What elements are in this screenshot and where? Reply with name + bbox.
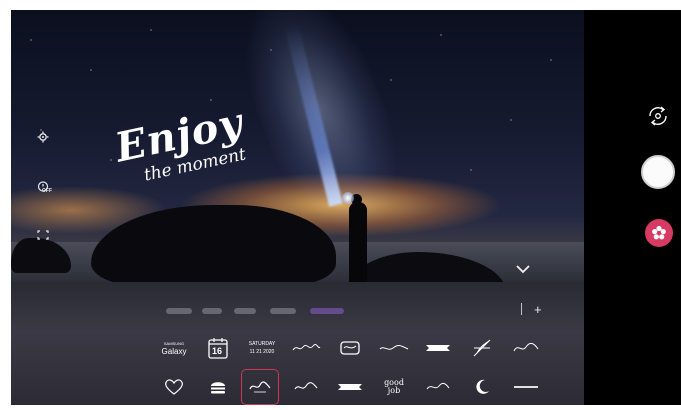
script-sticker-icon[interactable]	[506, 333, 546, 363]
aspect-ratio-icon[interactable]	[36, 230, 50, 242]
script-sticker-icon[interactable]	[418, 372, 458, 402]
timer-off-label: OFF	[42, 188, 52, 194]
sticker-text: job	[387, 386, 401, 395]
category-tab[interactable]	[166, 308, 192, 314]
moon-sticker-icon[interactable]	[462, 372, 502, 402]
calendar-day: 16	[212, 346, 223, 356]
timer-off-icon[interactable]: OFF	[34, 180, 52, 196]
heart-sticker-icon[interactable]	[154, 372, 194, 402]
category-tab[interactable]	[270, 308, 296, 314]
badge-sticker-icon[interactable]	[330, 333, 370, 363]
gear-icon[interactable]	[36, 131, 50, 145]
script-sticker-icon[interactable]	[286, 372, 326, 402]
calendar-icon[interactable]: 16	[198, 333, 238, 363]
shutter-button[interactable]	[641, 155, 675, 189]
text-sticker-icon[interactable]	[506, 372, 546, 402]
sticker-good-job[interactable]: good job	[374, 372, 414, 402]
script-sticker-icon[interactable]	[286, 333, 326, 363]
feather-sticker-icon[interactable]	[462, 333, 502, 363]
category-tab[interactable]	[310, 308, 344, 314]
sticker-category-bar[interactable]	[160, 305, 570, 319]
enjoy-sticker-icon[interactable]	[241, 369, 279, 405]
sticker-text: Galaxy	[161, 347, 187, 356]
sticker-text: 11 21 2020	[249, 349, 275, 355]
sticker-text: SATURDAY	[248, 341, 276, 347]
person-silhouette	[349, 202, 367, 282]
switch-camera-icon[interactable]	[646, 104, 670, 128]
camera-app: Enjoy the moment OFF + SAMSUNG Galaxy 16 …	[0, 0, 681, 410]
sticker-button-icon[interactable]	[645, 219, 673, 247]
script-sticker-icon[interactable]	[374, 333, 414, 363]
category-tab[interactable]	[202, 308, 222, 314]
banner-sticker-icon[interactable]	[418, 333, 458, 363]
add-icon[interactable]: +	[534, 302, 542, 317]
chevron-down-icon[interactable]	[515, 262, 531, 274]
divider	[521, 303, 522, 315]
sticker-galaxy[interactable]: SAMSUNG Galaxy	[154, 333, 194, 363]
headlamp-glow	[342, 192, 354, 204]
camera-control-bar	[584, 10, 681, 405]
burger-sticker-icon[interactable]	[198, 372, 238, 402]
ribbon-sticker-icon[interactable]	[330, 372, 370, 402]
sticker-date[interactable]: SATURDAY 11 21 2020	[242, 333, 282, 363]
category-tab[interactable]	[234, 308, 256, 314]
